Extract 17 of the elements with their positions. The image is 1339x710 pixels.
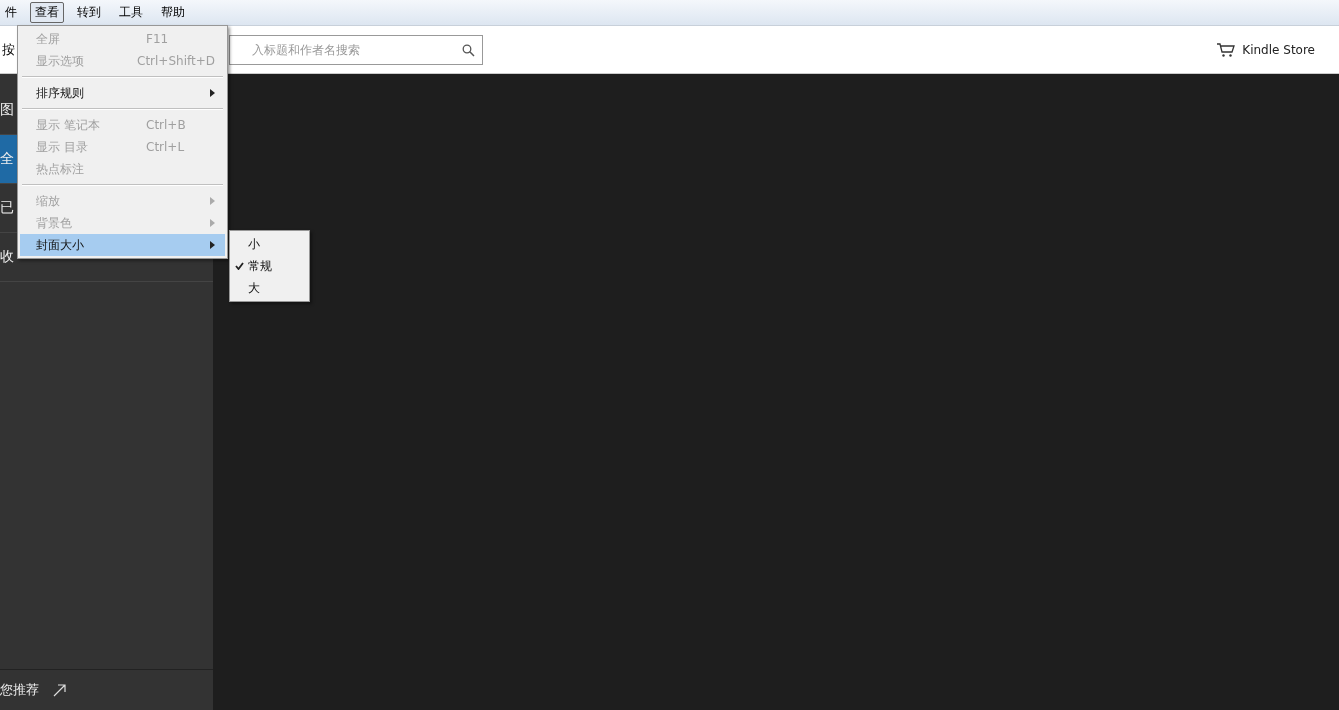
store-link[interactable]: Kindle Store — [1216, 41, 1315, 58]
search-field[interactable]: 入标题和作者名搜索 — [229, 34, 483, 65]
menu-bar-item[interactable]: 帮助 — [156, 2, 190, 23]
menu-item[interactable]: 大 — [230, 277, 309, 299]
menu-bar-item[interactable]: 转到 — [72, 2, 106, 23]
menu-item[interactable]: 小 — [230, 233, 309, 255]
menu-bar-item[interactable]: 件 — [0, 2, 22, 23]
cart-icon — [1216, 41, 1237, 58]
toolbar-button[interactable]: 按 — [0, 40, 17, 59]
menu-item[interactable]: 封面大小 — [20, 234, 225, 256]
menu-item[interactable]: 常规 — [230, 255, 309, 277]
recommendations-link[interactable]: 您推荐 — [0, 681, 39, 699]
search-icon[interactable] — [462, 43, 475, 57]
menu-bar-item[interactable]: 工具 — [114, 2, 148, 23]
external-link-icon — [53, 683, 66, 697]
menu-item[interactable]: 排序规则 — [20, 82, 225, 104]
menu-bar-item[interactable]: 查看 — [30, 2, 64, 23]
